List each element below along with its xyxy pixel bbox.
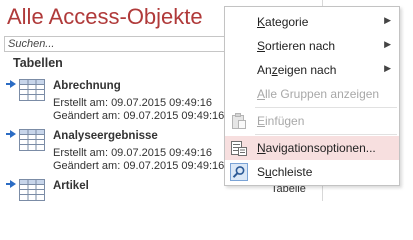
context-menu: Kategorie ▶ Sortieren nach ▶ Anzeigen na… — [224, 6, 400, 186]
menu-item-kategorie[interactable]: Kategorie ▶ — [225, 10, 399, 34]
menu-item-anzeigen-nach[interactable]: Anzeigen nach ▶ — [225, 58, 399, 82]
chevron-right-icon: ▶ — [384, 39, 391, 49]
object-modified: Geändert am: 09.07.2015 09:49:16 — [53, 110, 225, 122]
menu-item-label: Alle Gruppen anzeigen — [257, 87, 380, 101]
object-created: Erstellt am: 09.07.2015 09:49:16 — [53, 147, 212, 159]
paste-icon — [232, 113, 246, 129]
menu-separator — [255, 107, 397, 108]
menu-item-label: Sortieren nach — [257, 39, 336, 53]
object-name: Analyseergebnisse — [53, 130, 158, 142]
pane-title[interactable]: Alle Access-Objekte — [7, 4, 203, 30]
menu-item-label: Anzeigen nach — [257, 63, 337, 77]
menu-item-sortieren-nach[interactable]: Sortieren nach ▶ — [225, 34, 399, 58]
section-header-tabellen[interactable]: Tabellen — [13, 56, 63, 70]
link-arrow-icon — [6, 80, 16, 88]
menu-item-label: Einfügen — [257, 114, 305, 128]
table-icon — [19, 129, 45, 151]
menu-separator — [255, 134, 397, 135]
search-icon — [230, 163, 248, 181]
table-icon — [19, 79, 45, 101]
menu-item-suchleiste[interactable]: Suchleiste — [225, 160, 399, 184]
menu-item-alle-gruppen-anzeigen[interactable]: Alle Gruppen anzeigen — [225, 82, 399, 106]
object-created: Erstellt am: 09.07.2015 09:49:16 — [53, 97, 212, 109]
link-arrow-icon — [6, 180, 16, 188]
menu-item-label: Navigationsoptionen... — [257, 141, 376, 155]
menu-item-label: Suchleiste — [257, 165, 313, 179]
menu-item-navigationsoptionen[interactable]: Navigationsoptionen... — [225, 136, 399, 160]
table-icon — [19, 179, 45, 201]
chevron-right-icon: ▶ — [384, 63, 391, 73]
navigation-options-icon — [231, 141, 247, 156]
menu-item-einfuegen[interactable]: Einfügen — [225, 109, 399, 133]
object-modified: Geändert am: 09.07.2015 09:49:16 — [53, 160, 225, 172]
object-name: Abrechnung — [53, 80, 121, 92]
chevron-right-icon: ▶ — [384, 15, 391, 25]
menu-item-label: Kategorie — [257, 15, 309, 29]
link-arrow-icon — [6, 130, 16, 138]
object-name: Artikel — [53, 180, 89, 192]
